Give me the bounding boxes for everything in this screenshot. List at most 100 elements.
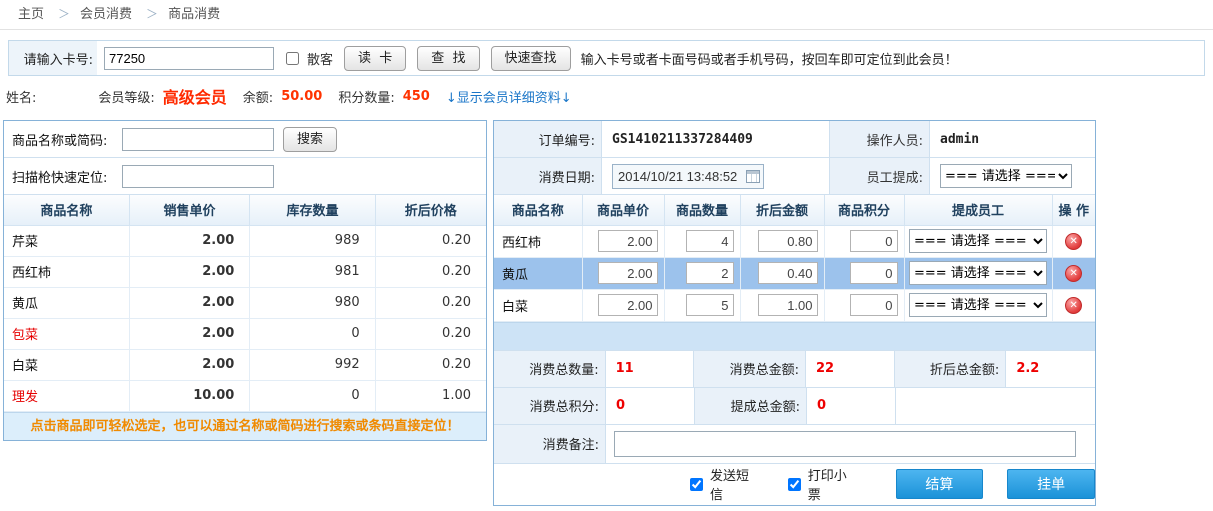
total-discounted-label: 折后总金额: xyxy=(895,351,1007,387)
product-row[interactable]: 白菜 2.00 992 0.20 xyxy=(4,349,486,380)
discount-price-cell: 0.20 xyxy=(375,287,486,318)
discount-price-cell: 1.00 xyxy=(375,380,486,411)
item-qty-input[interactable] xyxy=(686,294,734,316)
breadcrumb-item-goods-consume: 商品消费 xyxy=(168,7,220,22)
product-row[interactable]: 理发 10.00 0 1.00 xyxy=(4,380,486,411)
product-table: 商品名称 销售单价 库存数量 折后价格 芹菜 2.00 989 0.20 西红柿… xyxy=(4,195,486,412)
find-button[interactable]: 查 找 xyxy=(417,46,479,71)
item-price-input[interactable] xyxy=(598,262,658,284)
card-number-input[interactable] xyxy=(104,47,274,70)
item-price-input[interactable] xyxy=(598,294,658,316)
remark-input[interactable] xyxy=(614,431,1076,457)
remark-label: 消费备注: xyxy=(494,425,606,463)
discount-price-cell: 0.20 xyxy=(375,318,486,349)
scan-locate-input[interactable] xyxy=(122,165,274,188)
order-info-row-1: 订单编号: GS1410211337284409 操作人员: admin xyxy=(494,121,1095,158)
operator-label: 操作人员: xyxy=(830,121,930,157)
member-detail-link[interactable]: ↓显示会员详细资料↓ xyxy=(446,87,572,106)
item-qty-input[interactable] xyxy=(686,230,734,252)
product-row[interactable]: 西红柿 2.00 981 0.20 xyxy=(4,256,486,287)
product-name-cell[interactable]: 包菜 xyxy=(4,318,129,349)
send-sms-label: 发送短信 xyxy=(710,465,762,503)
stock-cell: 981 xyxy=(250,256,375,287)
walkin-label: 散客 xyxy=(307,49,333,68)
balance-value: 50.00 xyxy=(281,89,322,104)
read-card-button[interactable]: 读 卡 xyxy=(344,46,406,71)
col-item-price: 商品单价 xyxy=(582,195,664,225)
item-name-cell: 白菜 xyxy=(494,289,582,321)
discount-price-cell: 0.20 xyxy=(375,225,486,256)
total-points-label: 消费总积分: xyxy=(494,388,606,424)
product-table-header: 商品名称 销售单价 库存数量 折后价格 xyxy=(4,195,486,225)
item-staff-select[interactable]: === 请选择 === xyxy=(909,229,1047,253)
totals-row-2: 消费总积分: 0 提成总金额: 0 xyxy=(494,387,1095,424)
item-amount-input[interactable] xyxy=(758,230,818,252)
card-lookup-hint: 输入卡号或者卡面号码或者手机号码，按回车即可定位到此会员！ xyxy=(581,49,958,68)
breadcrumb-separator-icon: ＞ xyxy=(146,7,158,21)
item-points-input[interactable] xyxy=(850,230,898,252)
product-search-button[interactable]: 搜索 xyxy=(283,127,337,152)
total-points-value: 0 xyxy=(606,388,695,424)
product-panel: 商品名称或简码: 搜索 扫描枪快速定位: 商品名称 销售单价 库存数量 折后价格… xyxy=(3,120,487,441)
item-staff-select[interactable]: === 请选择 === xyxy=(909,293,1047,317)
print-receipt-checkbox[interactable] xyxy=(788,478,801,491)
item-staff-select[interactable]: === 请选择 === xyxy=(909,261,1047,285)
calendar-icon[interactable] xyxy=(746,170,760,183)
product-name-cell[interactable]: 芹菜 xyxy=(4,225,129,256)
product-row[interactable]: 黄瓜 2.00 980 0.20 xyxy=(4,287,486,318)
col-stock-qty: 库存数量 xyxy=(250,195,375,225)
staff-commission-select[interactable]: === 请选择 === xyxy=(940,164,1072,188)
breadcrumb-item-home[interactable]: 主页 xyxy=(18,7,44,22)
delete-item-icon[interactable]: ✕ xyxy=(1065,233,1082,250)
consume-date-input[interactable] xyxy=(612,164,764,189)
hold-order-button[interactable]: 挂单 xyxy=(1007,469,1095,499)
settle-button[interactable]: 结算 xyxy=(896,469,984,499)
item-amount-input[interactable] xyxy=(758,262,818,284)
order-info-row-2: 消费日期: 员工提成: === 请选择 === xyxy=(494,158,1095,195)
col-item-qty: 商品数量 xyxy=(664,195,740,225)
discount-price-cell: 0.20 xyxy=(375,256,486,287)
delete-item-icon[interactable]: ✕ xyxy=(1065,265,1082,282)
item-price-input[interactable] xyxy=(598,230,658,252)
walkin-checkbox[interactable] xyxy=(286,52,299,65)
item-name-cell: 黄瓜 xyxy=(494,257,582,289)
points-value: 450 xyxy=(403,89,430,104)
product-name-cell[interactable]: 黄瓜 xyxy=(4,287,129,318)
sale-price-cell: 2.00 xyxy=(129,318,250,349)
stock-cell: 0 xyxy=(250,318,375,349)
product-search-input[interactable] xyxy=(122,128,274,151)
total-amount-label: 消费总金额: xyxy=(694,351,806,387)
action-bar: 发送短信 打印小票 结算 挂单 xyxy=(494,463,1095,505)
col-discount-price: 折后价格 xyxy=(375,195,486,225)
stock-cell: 980 xyxy=(250,287,375,318)
product-name-cell[interactable]: 理发 xyxy=(4,380,129,411)
product-row[interactable]: 包菜 2.00 0 0.20 xyxy=(4,318,486,349)
col-item-actions: 操 作 xyxy=(1052,195,1095,225)
cart-row: 西红柿 === 请选择 === ✕ xyxy=(494,225,1095,257)
points-label: 积分数量: xyxy=(338,87,394,106)
item-points-input[interactable] xyxy=(850,262,898,284)
print-receipt-label: 打印小票 xyxy=(808,465,860,503)
item-points-input[interactable] xyxy=(850,294,898,316)
product-name-cell[interactable]: 西红柿 xyxy=(4,256,129,287)
member-level-label: 会员等级: xyxy=(98,87,154,106)
item-qty-input[interactable] xyxy=(686,262,734,284)
card-number-label: 请输入卡号: xyxy=(9,41,97,75)
product-row[interactable]: 芹菜 2.00 989 0.20 xyxy=(4,225,486,256)
discount-price-cell: 0.20 xyxy=(375,349,486,380)
order-no-value: GS1410211337284409 xyxy=(602,121,830,157)
product-name-cell[interactable]: 白菜 xyxy=(4,349,129,380)
quick-find-button[interactable]: 快速查找 xyxy=(491,46,571,71)
order-panel: 订单编号: GS1410211337284409 操作人员: admin 消费日… xyxy=(493,120,1096,506)
main-content: 商品名称或简码: 搜索 扫描枪快速定位: 商品名称 销售单价 库存数量 折后价格… xyxy=(3,120,1205,506)
item-amount-input[interactable] xyxy=(758,294,818,316)
sale-price-cell: 2.00 xyxy=(129,225,250,256)
consume-date-label: 消费日期: xyxy=(494,158,602,194)
breadcrumb-separator-icon: ＞ xyxy=(58,7,70,21)
delete-item-icon[interactable]: ✕ xyxy=(1065,297,1082,314)
sale-price-cell: 2.00 xyxy=(129,287,250,318)
product-search-row: 商品名称或简码: 搜索 xyxy=(4,121,486,158)
member-info-bar: 姓名: 会员等级: 高级会员 余额: 50.00 积分数量: 450 ↓显示会员… xyxy=(0,76,1213,116)
breadcrumb-item-member-consume[interactable]: 会员消费 xyxy=(80,7,132,22)
send-sms-checkbox[interactable] xyxy=(690,478,703,491)
